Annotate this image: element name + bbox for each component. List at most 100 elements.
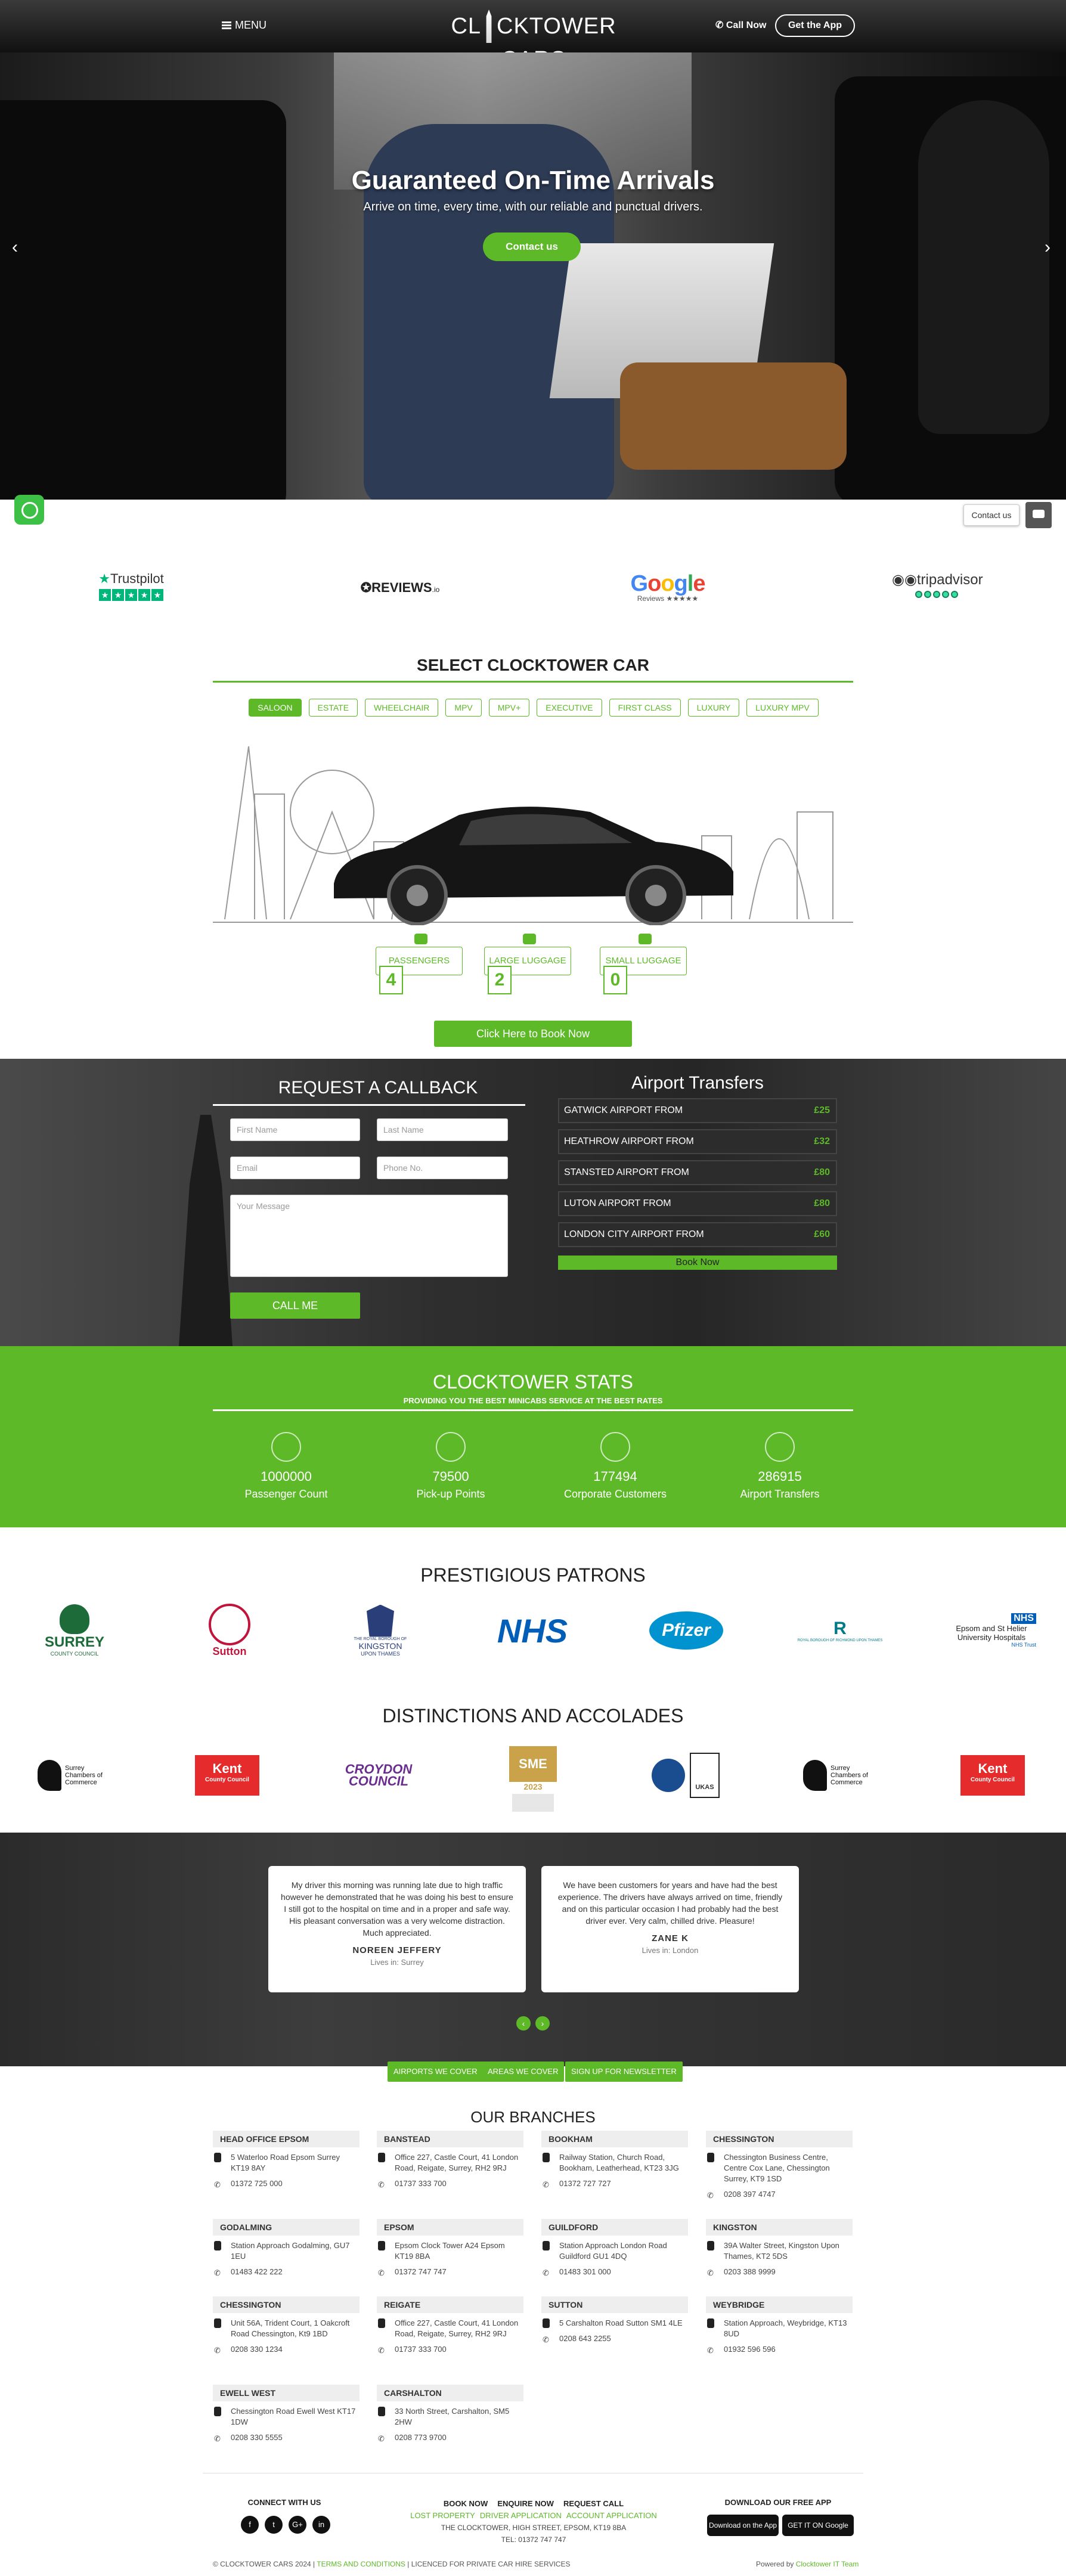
newsletter-signup-button[interactable]: SIGN UP FOR NEWSLETTER — [565, 2062, 683, 2082]
footer-link-driver-application[interactable]: DRIVER APPLICATION — [480, 2511, 562, 2520]
message-field[interactable]: Your Message — [230, 1195, 508, 1277]
footer-link-book-now[interactable]: BOOK NOW — [444, 2499, 488, 2508]
branch-phone[interactable]: ✆ 0203 388 9999 — [706, 2267, 853, 2277]
twitter-icon[interactable]: t — [265, 2516, 283, 2534]
footer-link-account-application[interactable]: ACCOUNT APPLICATION — [566, 2511, 657, 2520]
facebook-icon[interactable]: f — [241, 2516, 259, 2534]
branch-name: GODALMING — [213, 2219, 360, 2236]
contact-us-widget[interactable]: Contact us — [963, 504, 1019, 526]
kent-county-council-logo-2: Kent County Council — [960, 1738, 1025, 1812]
call-now-link[interactable]: ✆ Call Now — [715, 19, 766, 31]
select-car-title: SELECT CLOCKTOWER CAR — [417, 656, 649, 674]
branch-address-text: Chessington Business Centre, Centre Cox … — [724, 2153, 830, 2183]
branch-card: WEYBRIDGE Station Approach, Weybridge, KT… — [706, 2296, 853, 2355]
phone-field[interactable]: Phone No. — [377, 1157, 508, 1179]
nhs-logo: NHS — [497, 1611, 568, 1650]
branch-phone[interactable]: ✆ 01483 422 222 — [213, 2267, 360, 2277]
branch-phone[interactable]: ✆ 01372 727 727 — [541, 2178, 688, 2189]
branch-phone[interactable]: ✆ 0208 330 1234 — [213, 2344, 360, 2355]
car-seat-left — [0, 100, 286, 500]
testimonial-text: My driver this morning was running late … — [281, 1880, 513, 1938]
branch-phone[interactable]: ✆ 01483 301 000 — [541, 2267, 688, 2277]
site-logo[interactable]: CLCKTOWER CARS — [435, 10, 632, 72]
tab-mpv[interactable]: MPV — [445, 699, 482, 717]
saloon-car-image — [334, 807, 733, 925]
first-name-field[interactable]: First Name — [230, 1118, 360, 1141]
linkedin-icon[interactable]: in — [312, 2516, 330, 2534]
ukas-certification-logo: UKAS — [644, 1738, 727, 1812]
terms-link[interactable]: TERMS AND CONDITIONS — [317, 2560, 405, 2568]
tab-first-class[interactable]: FIRST CLASS — [609, 699, 681, 717]
branch-phone[interactable]: ✆ 0208 397 4747 — [706, 2189, 853, 2200]
tripadvisor-logo[interactable]: ◉◉tripadvisor — [892, 571, 983, 605]
branch-address-text: 5 Carshalton Road Sutton SM1 4LE — [559, 2318, 683, 2327]
branch-phone[interactable]: ✆ 01737 333 700 — [377, 2344, 523, 2355]
branch-card: SUTTON 5 Carshalton Road Sutton SM1 4LE ✆ 0… — [541, 2296, 688, 2344]
airports-we-cover-button[interactable]: AIRPORTS WE COVER — [388, 2062, 484, 2082]
footer-link-request-call[interactable]: REQUEST CALL — [563, 2499, 624, 2508]
branch-phone[interactable]: ✆ 0208 330 5555 — [213, 2432, 360, 2443]
areas-we-cover-button[interactable]: AREAS WE COVER — [482, 2062, 565, 2082]
patrons-title: PRESTIGIOUS PATRONS — [420, 1564, 646, 1586]
airport-row[interactable]: STANSTED AIRPORT FROM £80 — [558, 1160, 837, 1185]
google-play-badge[interactable]: GET IT ON Google play — [782, 2515, 854, 2551]
branch-phone[interactable]: ✆ 0208 773 9700 — [377, 2432, 523, 2443]
slider-next-icon[interactable]: › — [1045, 237, 1050, 258]
trustpilot-logo[interactable]: ★Trustpilot ★ ★ ★ ★ ★ — [95, 571, 167, 605]
stat-label: Airport Transfers — [740, 1488, 820, 1500]
branch-phone-text: 01483 301 000 — [559, 2267, 611, 2276]
airport-row[interactable]: LUTON AIRPORT FROM £80 — [558, 1191, 837, 1216]
branch-name: EPSOM — [377, 2219, 523, 2236]
powered-by-link[interactable]: Clocktower IT Team — [796, 2560, 859, 2568]
book-now-button[interactable]: Click Here to Book Now — [434, 1021, 632, 1047]
testimonial-prev-icon[interactable]: ‹ — [516, 2016, 531, 2031]
call-me-button[interactable]: CALL ME — [230, 1292, 360, 1319]
tab-luxury-mpv[interactable]: LUXURY MPV — [746, 699, 819, 717]
tab-estate[interactable]: ESTATE — [308, 699, 358, 717]
powered-by: Powered by Clocktower IT Team — [756, 2560, 859, 2568]
small-luggage-value: 0 — [603, 966, 627, 994]
airport-row[interactable]: LONDON CITY AIRPORT FROM £60 — [558, 1222, 837, 1247]
branch-phone[interactable]: ✆ 01372 747 747 — [377, 2267, 523, 2277]
footer-link-enquire[interactable]: ENQUIRE NOW — [497, 2499, 554, 2508]
branch-address-text: Unit 56A, Trident Court, 1 Oakcroft Road… — [231, 2318, 350, 2338]
owl-icon: ◉◉ — [892, 572, 917, 588]
testimonial-next-icon[interactable]: › — [535, 2016, 550, 2031]
airport-row[interactable]: GATWICK AIRPORT FROM £25 — [558, 1098, 837, 1123]
google-reviews-logo[interactable]: Google Reviews ★★★★★ — [626, 571, 709, 605]
phone-icon: ✆ — [707, 2268, 714, 2277]
airport-transfers-title: Airport Transfers — [631, 1073, 764, 1093]
airport-row[interactable]: HEATHROW AIRPORT FROM £32 — [558, 1129, 837, 1154]
chat-icon[interactable] — [1025, 502, 1052, 528]
reviews-io-logo[interactable]: ✪REVIEWS.io — [355, 571, 445, 605]
testimonials-section — [0, 1833, 1066, 2066]
tab-luxury[interactable]: LUXURY — [687, 699, 740, 717]
branch-phone-text: 0208 643 2255 — [559, 2334, 611, 2343]
footer-link-lost-property[interactable]: LOST PROPERTY — [410, 2511, 475, 2520]
last-name-field[interactable]: Last Name — [377, 1118, 508, 1141]
location-pin-icon — [436, 1432, 466, 1462]
branch-phone[interactable]: ✆ 01737 333 700 — [377, 2178, 523, 2189]
branch-phone[interactable]: ✆ 01372 725 000 — [213, 2178, 360, 2189]
tab-saloon[interactable]: SALOON — [249, 699, 302, 717]
tab-executive[interactable]: EXECUTIVE — [537, 699, 602, 717]
location-pin-icon — [214, 2407, 221, 2416]
tab-mpv-plus[interactable]: MPV+ — [488, 699, 530, 717]
google-plus-icon[interactable]: G+ — [289, 2516, 306, 2534]
whatsapp-icon[interactable] — [14, 495, 44, 525]
branch-phone[interactable]: ✆ 01932 596 596 — [706, 2344, 853, 2355]
airport-name: LONDON CITY AIRPORT FROM — [564, 1229, 704, 1239]
tab-wheelchair[interactable]: WHEELCHAIR — [365, 699, 439, 717]
airport-book-now-button[interactable]: Book Now — [558, 1256, 837, 1270]
hero-contact-button[interactable]: Contact us — [483, 233, 581, 261]
phone-icon: ✆ — [715, 20, 726, 30]
email-field[interactable]: Email — [230, 1157, 360, 1179]
branch-phone[interactable]: ✆ 0208 643 2255 — [541, 2333, 688, 2344]
app-store-badge[interactable]: Download on the App Store — [707, 2515, 779, 2551]
slider-prev-icon[interactable]: ‹ — [12, 237, 18, 258]
get-app-button[interactable]: Get the App — [775, 14, 855, 37]
handshake-icon — [600, 1432, 630, 1462]
menu-button[interactable]: MENU — [222, 19, 266, 32]
people-icon — [271, 1432, 301, 1462]
branch-address-text: 5 Waterloo Road Epsom Surrey KT19 8AY — [231, 2153, 340, 2172]
